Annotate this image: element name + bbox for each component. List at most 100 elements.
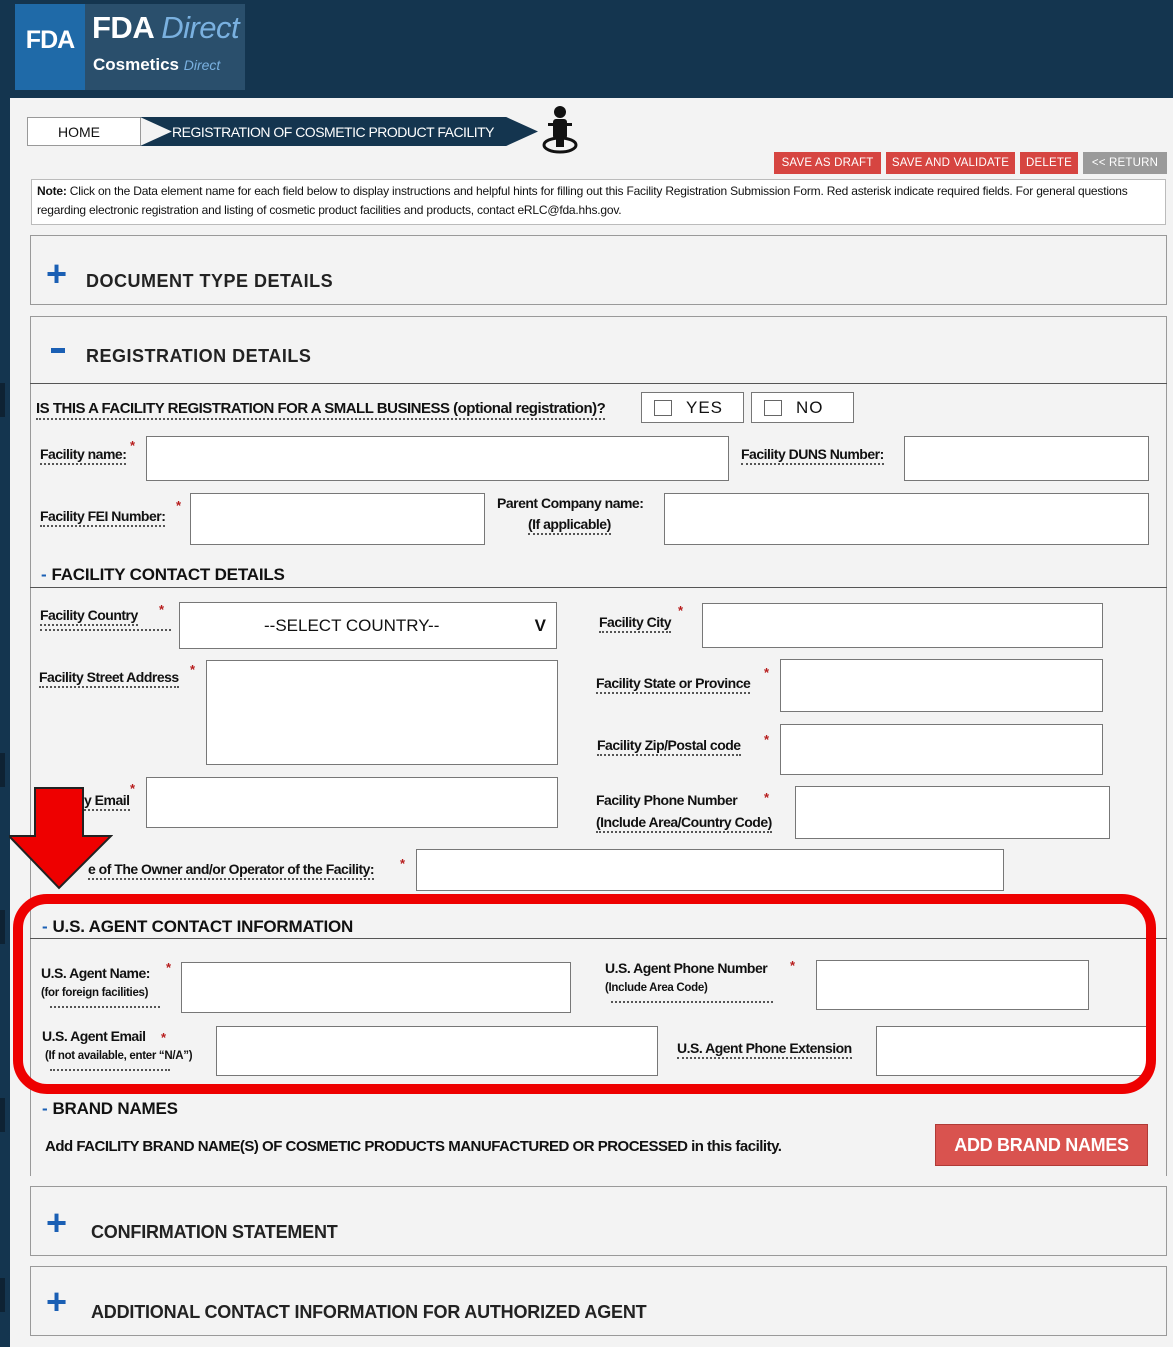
registration-title[interactable]: REGISTRATION DETAILS (86, 346, 311, 367)
edge-tick (0, 383, 5, 417)
brand-names-title[interactable]: - BRAND NAMES (42, 1099, 178, 1119)
no-checkbox[interactable]: NO (751, 392, 854, 423)
divider (30, 587, 1167, 588)
required-star: * (764, 790, 770, 805)
fda-logo[interactable]: FDA (15, 4, 85, 90)
cosmetics-direct-logo-sub: Cosmetics Direct (93, 55, 220, 75)
note-label: Note: (37, 184, 67, 198)
fei-input[interactable] (190, 493, 485, 545)
small-business-label-text: IS THIS A FACILITY REGISTRATION FOR A SM… (36, 400, 606, 420)
minus-icon: - (41, 565, 47, 584)
facility-zip-input[interactable] (780, 724, 1103, 775)
left-edge-strip (0, 98, 10, 1347)
required-star: * (130, 438, 136, 453)
fei-label[interactable]: Facility FEI Number: (40, 508, 166, 527)
edge-tick (0, 910, 5, 944)
edge-tick (0, 753, 5, 787)
facility-country-select[interactable]: --SELECT COUNTRY-- V (179, 602, 557, 649)
save-as-draft-button[interactable]: SAVE AS DRAFT (774, 152, 881, 174)
checkbox-square-icon (764, 399, 782, 416)
facility-name-label[interactable]: Facility name: (40, 446, 127, 465)
required-star: * (764, 732, 770, 747)
facility-city-label[interactable]: Facility City (599, 614, 672, 633)
facility-email-input[interactable] (146, 777, 558, 828)
breadcrumb-current-label: REGISTRATION OF COSMETIC PRODUCT FACILIT… (172, 123, 495, 140)
divider (30, 383, 1167, 384)
parent-company-label-line1[interactable]: Parent Company name: (497, 495, 644, 511)
owner-operator-label[interactable]: e of The Owner and/or Operator of the Fa… (88, 861, 375, 880)
facility-street-label-text: Facility Street Address (39, 669, 179, 688)
parent-company-input[interactable] (664, 493, 1149, 545)
duns-label-text: Facility DUNS Number: (741, 446, 884, 465)
facility-name-label-text: Facility name: (40, 446, 127, 465)
logo-title-italic: Direct (161, 10, 240, 45)
label-underline (40, 629, 171, 631)
facility-country-label-text: Facility Country (40, 607, 138, 626)
return-button[interactable]: << RETURN (1083, 152, 1167, 174)
required-star: * (159, 602, 165, 617)
required-star: * (764, 665, 770, 680)
facility-phone-label-line2-text: (Include Area/Country Code) (596, 814, 772, 833)
facility-street-label[interactable]: Facility Street Address (39, 669, 179, 688)
additional-contact-title[interactable]: ADDITIONAL CONTACT INFORMATION FOR AUTHO… (91, 1302, 647, 1323)
confirmation-panel (30, 1186, 1167, 1256)
facility-contact-title[interactable]: - FACILITY CONTACT DETAILS (41, 565, 285, 585)
owner-operator-label-text: e of The Owner and/or Operator of the Fa… (88, 861, 375, 880)
plus-icon[interactable]: + (46, 1205, 67, 1241)
brand-names-text: Add FACILITY BRAND NAME(S) OF COSMETIC P… (45, 1138, 782, 1155)
facility-contact-title-text: FACILITY CONTACT DETAILS (51, 565, 285, 584)
minus-icon: - (42, 1099, 48, 1118)
required-star: * (190, 662, 196, 677)
fda-direct-logo-title[interactable]: FDA Direct (92, 10, 240, 46)
facility-state-label-text: Facility State or Province (596, 675, 751, 694)
chevron-down-icon: V (534, 615, 546, 635)
facility-city-input[interactable] (702, 603, 1103, 648)
red-down-arrow-icon (9, 787, 113, 890)
owner-operator-input[interactable] (416, 849, 1004, 891)
add-brand-names-button[interactable]: ADD BRAND NAMES (935, 1124, 1148, 1166)
facility-state-label[interactable]: Facility State or Province (596, 675, 751, 694)
country-select-value: --SELECT COUNTRY-- (264, 615, 440, 635)
note-box: Note: Click on the Data element name for… (31, 179, 1166, 225)
facility-country-label[interactable]: Facility Country (40, 607, 138, 626)
delete-button[interactable]: DELETE (1020, 152, 1078, 174)
required-star: * (678, 603, 684, 618)
additional-contact-panel (30, 1266, 1167, 1336)
yes-label: YES (686, 397, 724, 417)
plus-icon[interactable]: + (46, 256, 67, 292)
facility-phone-label-line1[interactable]: Facility Phone Number (596, 792, 738, 808)
required-star: * (176, 498, 182, 513)
fei-label-text: Facility FEI Number: (40, 508, 166, 527)
facility-phone-label-line2[interactable]: (Include Area/Country Code) (596, 814, 772, 833)
breadcrumb-current[interactable]: REGISTRATION OF COSMETIC PRODUCT FACILIT… (140, 117, 538, 146)
document-type-title[interactable]: DOCUMENT TYPE DETAILS (86, 271, 333, 292)
facility-phone-input[interactable] (795, 786, 1110, 839)
facility-city-label-text: Facility City (599, 614, 672, 633)
minus-icon[interactable] (51, 348, 65, 353)
person-pin-icon (542, 106, 578, 154)
breadcrumb-home[interactable]: HOME (27, 117, 141, 146)
facility-name-input[interactable] (146, 436, 729, 481)
no-label: NO (796, 397, 824, 417)
save-and-validate-button[interactable]: SAVE AND VALIDATE (886, 152, 1015, 174)
facility-street-textarea[interactable] (206, 660, 558, 765)
facility-zip-label[interactable]: Facility Zip/Postal code (597, 737, 741, 756)
edge-tick (0, 1098, 5, 1132)
parent-company-label-line2[interactable]: (If applicable) (528, 516, 611, 535)
logo-sub-bold: Cosmetics (93, 55, 179, 74)
parent-company-label-line2-text: (If applicable) (528, 516, 611, 535)
highlight-frame (13, 894, 1156, 1094)
required-star: * (400, 856, 406, 871)
logo-sub-italic: Direct (183, 57, 221, 73)
logo-title-bold: FDA (92, 10, 154, 45)
yes-checkbox[interactable]: YES (641, 392, 744, 423)
confirmation-title[interactable]: CONFIRMATION STATEMENT (91, 1222, 338, 1243)
duns-label[interactable]: Facility DUNS Number: (741, 446, 884, 465)
brand-names-title-text: BRAND NAMES (52, 1099, 178, 1118)
required-star: * (130, 781, 136, 796)
small-business-label[interactable]: IS THIS A FACILITY REGISTRATION FOR A SM… (36, 400, 606, 420)
plus-icon[interactable]: + (46, 1284, 67, 1320)
facility-state-input[interactable] (780, 659, 1103, 712)
duns-input[interactable] (904, 436, 1149, 481)
document-type-panel (30, 235, 1167, 305)
